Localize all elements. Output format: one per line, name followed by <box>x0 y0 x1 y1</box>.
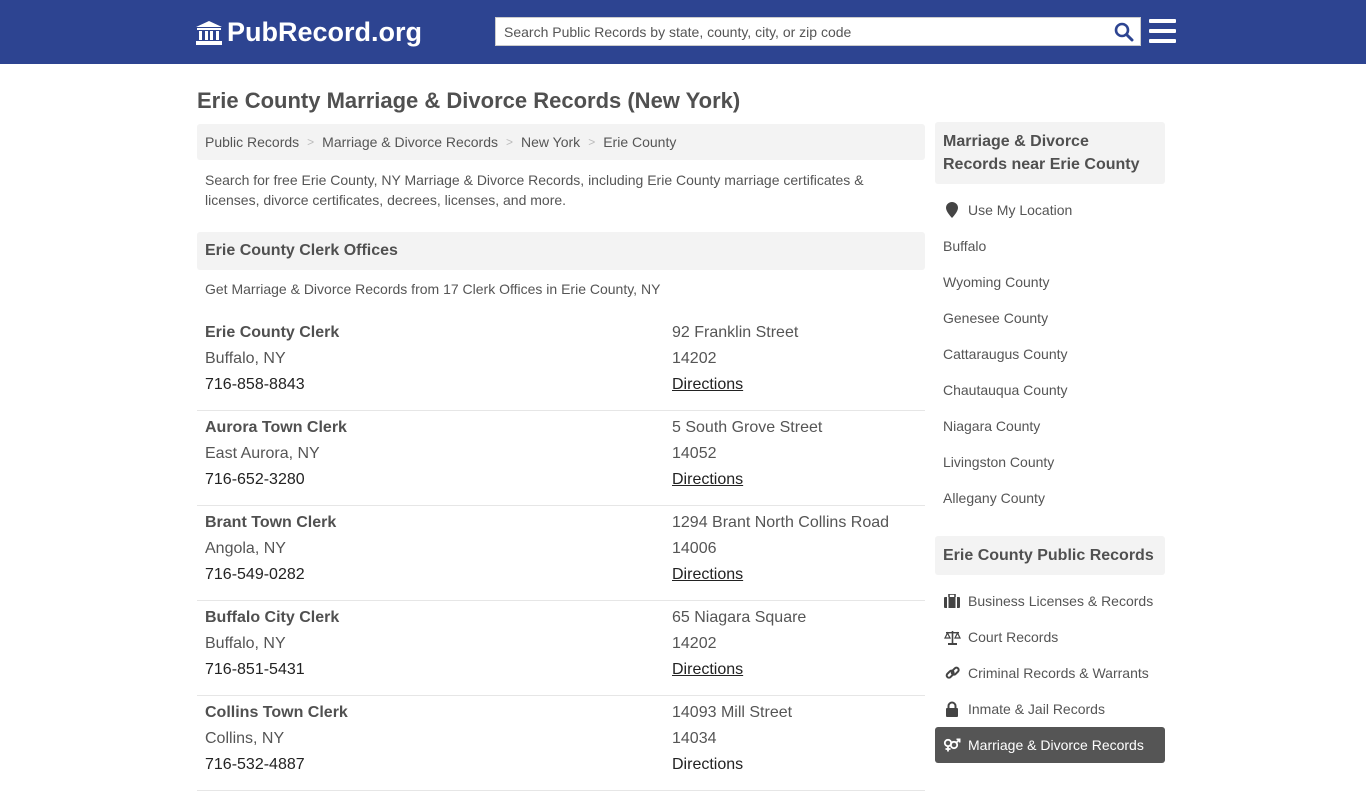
nearby-list: Use My Location Buffalo Wyoming County G… <box>935 192 1165 516</box>
scales-icon <box>943 630 961 645</box>
office-zip: 14052 <box>672 445 717 462</box>
court-records-label: Court Records <box>968 629 1059 645</box>
search-button[interactable] <box>1108 18 1140 45</box>
office-city: Collins, NY <box>205 730 285 747</box>
hamburger-menu-button[interactable] <box>1149 19 1176 43</box>
office-phone[interactable]: 716-532-4887 <box>205 752 348 778</box>
courthouse-icon <box>196 20 222 45</box>
nearby-link[interactable]: Cattaraugus County <box>935 336 1165 372</box>
search-input[interactable] <box>496 18 1108 45</box>
office-item: Buffalo City Clerk Buffalo, NY 716-851-543… <box>197 601 925 696</box>
breadcrumb-separator: > <box>588 135 596 149</box>
office-name: Buffalo City Clerk <box>205 609 340 626</box>
office-phone[interactable]: 716-851-5431 <box>205 657 339 683</box>
marriage-divorce-records-label: Marriage & Divorce Records <box>968 737 1144 753</box>
nearby-link[interactable]: Buffalo <box>935 228 1165 264</box>
offices-section-subtitle: Get Marriage & Divorce Records from 17 C… <box>205 281 661 297</box>
nearby-records-title: Marriage & Divorce Records near Erie Cou… <box>935 122 1165 184</box>
office-city: Angola, NY <box>205 540 286 557</box>
nearby-link[interactable]: Wyoming County <box>935 264 1165 300</box>
search-box <box>495 17 1141 46</box>
office-address: 92 Franklin Street <box>672 324 799 341</box>
office-phone[interactable]: 716-652-3280 <box>205 467 347 493</box>
office-item: Erie County Clerk Buffalo, NY 716-858-8843… <box>197 316 925 411</box>
top-navbar: PubRecord.org <box>0 0 1366 64</box>
office-address: 5 South Grove Street <box>672 419 823 436</box>
directions-link[interactable]: Directions <box>672 756 743 773</box>
breadcrumb-new-york[interactable]: New York <box>521 134 580 150</box>
breadcrumb-public-records[interactable]: Public Records <box>205 134 299 150</box>
breadcrumb: Public Records > Marriage & Divorce Recor… <box>197 124 925 160</box>
office-phone[interactable]: 716-858-8843 <box>205 372 339 398</box>
inmate-records-label: Inmate & Jail Records <box>968 701 1105 717</box>
search-icon <box>1114 22 1134 41</box>
county-records-title: Erie County Public Records <box>935 536 1165 575</box>
office-name: Brant Town Clerk <box>205 514 337 531</box>
breadcrumb-separator: > <box>307 135 315 149</box>
marriage-divorce-records-link[interactable]: Marriage & Divorce Records <box>935 727 1165 763</box>
court-records-link[interactable]: Court Records <box>935 619 1165 655</box>
criminal-records-label: Criminal Records & Warrants <box>968 665 1149 681</box>
office-list: Erie County Clerk Buffalo, NY 716-858-8843… <box>197 316 925 791</box>
office-item: Aurora Town Clerk East Aurora, NY 716-652-… <box>197 411 925 506</box>
logo-text: PubRecord.org <box>227 17 423 47</box>
nearby-link[interactable]: Niagara County <box>935 408 1165 444</box>
intro-text: Search for free Erie County, NY Marriage… <box>205 172 864 208</box>
breadcrumb-marriage-divorce[interactable]: Marriage & Divorce Records <box>322 134 498 150</box>
office-name: Collins Town Clerk <box>205 704 348 721</box>
office-address: 1294 Brant North Collins Road <box>672 514 890 531</box>
office-zip: 14034 <box>672 730 717 747</box>
nearby-link[interactable]: Chautauqua County <box>935 372 1165 408</box>
use-my-location-label: Use My Location <box>968 202 1073 218</box>
directions-link[interactable]: Directions <box>672 661 743 678</box>
office-address: 14093 Mill Street <box>672 704 793 721</box>
lock-icon <box>943 701 961 717</box>
business-licenses-label: Business Licenses & Records <box>968 593 1154 609</box>
office-item: Brant Town Clerk Angola, NY 716-549-0282 1… <box>197 506 925 601</box>
office-zip: 14202 <box>672 635 717 652</box>
site-logo[interactable]: PubRecord.org <box>195 17 422 48</box>
criminal-records-link[interactable]: Criminal Records & Warrants <box>935 655 1165 691</box>
office-city: Buffalo, NY <box>205 350 286 367</box>
county-records-list: Business Licenses & Records Court Record… <box>935 583 1165 763</box>
office-name: Erie County Clerk <box>205 324 340 341</box>
office-city: Buffalo, NY <box>205 635 286 652</box>
office-zip: 14006 <box>672 540 717 557</box>
offices-section-title: Erie County Clerk Offices <box>197 232 925 270</box>
inmate-records-link[interactable]: Inmate & Jail Records <box>935 691 1165 727</box>
directions-link[interactable]: Directions <box>672 376 743 393</box>
briefcase-icon <box>943 594 961 608</box>
link-icon <box>943 666 961 681</box>
nearby-link[interactable]: Genesee County <box>935 300 1165 336</box>
office-name: Aurora Town Clerk <box>205 419 347 436</box>
office-address: 65 Niagara Square <box>672 609 807 626</box>
office-zip: 14202 <box>672 350 717 367</box>
office-item: Collins Town Clerk Collins, NY 716-532-488… <box>197 696 925 791</box>
office-city: East Aurora, NY <box>205 445 320 462</box>
business-licenses-link[interactable]: Business Licenses & Records <box>935 583 1165 619</box>
gender-icon <box>943 738 961 752</box>
nearby-link[interactable]: Livingston County <box>935 444 1165 480</box>
breadcrumb-erie-county[interactable]: Erie County <box>603 134 676 150</box>
use-my-location-link[interactable]: Use My Location <box>935 192 1165 228</box>
map-marker-icon <box>943 202 961 218</box>
page-title: Erie County Marriage & Divorce Records (… <box>197 88 741 113</box>
directions-link[interactable]: Directions <box>672 566 743 583</box>
directions-link[interactable]: Directions <box>672 471 743 488</box>
breadcrumb-separator: > <box>506 135 514 149</box>
nearby-link[interactable]: Allegany County <box>935 480 1165 516</box>
office-phone[interactable]: 716-549-0282 <box>205 562 336 588</box>
